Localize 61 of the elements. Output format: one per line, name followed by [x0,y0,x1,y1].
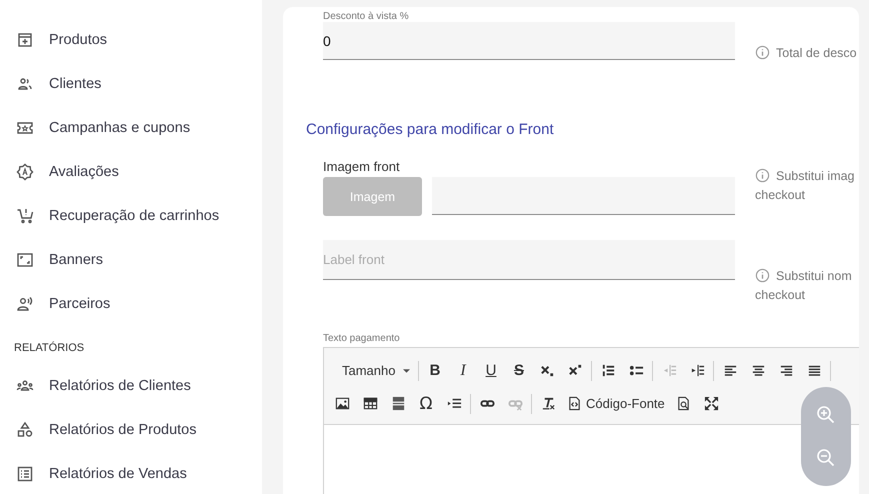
strikethrough-button[interactable]: S [505,358,533,384]
person-icon [16,295,34,313]
caret-icon [403,368,410,372]
label-field[interactable]: Label front [323,240,735,280]
section-heading: RELATÓRIOS [13,340,86,356]
table-icon [362,396,378,411]
sidebar-item[interactable]: Campanhas e cupons [0,106,262,150]
superscript-icon [568,363,582,378]
sidebar-item[interactable]: Parceiros [0,282,262,326]
badge-icon [16,163,34,181]
code-file-icon [567,396,582,411]
underline-button[interactable]: U [477,358,505,384]
box-icon [16,31,34,49]
subscript-icon [540,363,554,378]
hint-text: Substitui imag [776,168,855,185]
list-icon [16,465,34,483]
hint-text: checkout [755,287,806,304]
bullet-list-icon [628,363,644,378]
italic-button[interactable]: I [449,358,477,384]
image-field[interactable] [432,177,735,215]
sidebar-item[interactable]: Relatórios de Vendas [0,452,262,494]
align-left-icon [722,363,738,378]
horizontal-rule-icon [390,396,406,411]
discount-field[interactable]: 0 [323,22,735,60]
bold-button[interactable]: B [421,358,449,384]
outdent-icon [662,363,676,378]
hint-text: checkout [755,187,806,204]
sidebar-item[interactable]: Relatórios de Produtos [0,408,262,452]
align-center-icon [750,363,766,378]
numbered-list-icon [600,363,616,378]
size-dropdown[interactable]: Tamanho [328,358,416,384]
image-icon [334,396,350,411]
sidebar-item[interactable]: Recuperação de carrinhos [0,194,262,238]
sidebar-item[interactable]: Banners [0,238,262,282]
field-label: Texto pagamento [323,333,401,344]
field-label: Desconto à vista % [323,11,410,22]
shapes-icon [16,421,34,439]
sidebar-item[interactable]: Produtos [0,18,262,62]
zoom-out-icon [816,448,836,468]
preview-icon [676,396,692,411]
justify-icon [806,363,822,378]
clear-format-icon [540,396,556,411]
sidebar-item[interactable]: Avaliações [0,150,262,194]
info-icon [755,268,770,283]
sidebar-item[interactable]: Relatórios de Clientes [0,364,262,408]
section-title: Configurações para modificar o Front [306,121,555,139]
info-icon [755,45,770,60]
source-code-button[interactable]: Código-Fonte [562,390,670,416]
hint-text: Substitui nom [776,268,852,285]
special-character-button[interactable]: Ω [412,390,440,416]
maximize-icon [704,396,720,411]
frame-icon [16,251,34,269]
cart-icon [16,207,34,225]
info-icon [755,168,770,183]
indent-icon [690,363,704,378]
field-label: Imagem front [323,159,401,174]
sidebar-item[interactable]: Clientes [0,62,262,106]
zoom-in-icon [816,404,836,425]
blockquote-icon [446,396,462,411]
align-right-icon [778,363,794,378]
hint-text: Total de desco [776,45,857,62]
